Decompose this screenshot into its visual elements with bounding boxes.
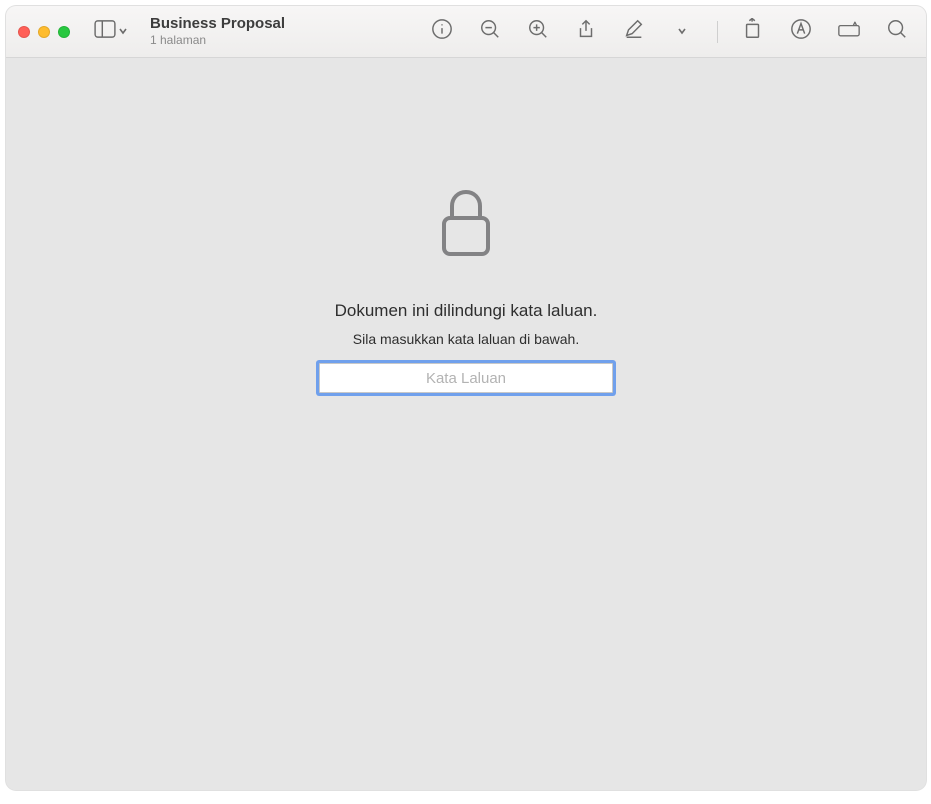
rotate-button[interactable] [740, 19, 766, 45]
zoom-out-button[interactable] [477, 19, 503, 45]
sidebar-icon [94, 20, 116, 43]
highlight-icon [790, 18, 812, 45]
close-window-button[interactable] [18, 26, 30, 38]
share-icon [575, 18, 597, 45]
zoom-out-icon [479, 18, 501, 45]
titlebar: Business Proposal 1 halaman [6, 6, 926, 58]
markup-more-button[interactable] [669, 19, 695, 45]
lock-icon [438, 188, 494, 263]
zoom-in-icon [527, 18, 549, 45]
zoom-window-button[interactable] [58, 26, 70, 38]
window-controls [18, 26, 70, 38]
password-heading: Dokumen ini dilindungi kata laluan. [335, 301, 598, 321]
minimize-window-button[interactable] [38, 26, 50, 38]
title-area: Business Proposal 1 halaman [150, 16, 285, 48]
info-icon [431, 18, 453, 45]
password-subheading: Sila masukkan kata laluan di bawah. [353, 331, 579, 347]
info-button[interactable] [429, 19, 455, 45]
sidebar-toggle-button[interactable] [94, 20, 128, 43]
app-window: Business Proposal 1 halaman [6, 6, 926, 790]
form-fill-icon [838, 18, 860, 45]
content-area: Dokumen ini dilindungi kata laluan. Sila… [6, 58, 926, 790]
toolbar [429, 19, 914, 45]
highlight-button[interactable] [788, 19, 814, 45]
chevron-down-icon [118, 23, 128, 41]
pencil-icon [623, 18, 645, 45]
share-button[interactable] [573, 19, 599, 45]
rotate-icon [742, 18, 764, 45]
search-button[interactable] [884, 19, 910, 45]
password-input[interactable] [319, 363, 613, 393]
toolbar-separator [717, 21, 718, 43]
chevron-down-icon [677, 23, 687, 41]
document-subtitle: 1 halaman [150, 34, 285, 47]
markup-button[interactable] [621, 19, 647, 45]
document-title: Business Proposal [150, 16, 285, 33]
zoom-in-button[interactable] [525, 19, 551, 45]
form-fill-button[interactable] [836, 19, 862, 45]
search-icon [886, 18, 908, 45]
